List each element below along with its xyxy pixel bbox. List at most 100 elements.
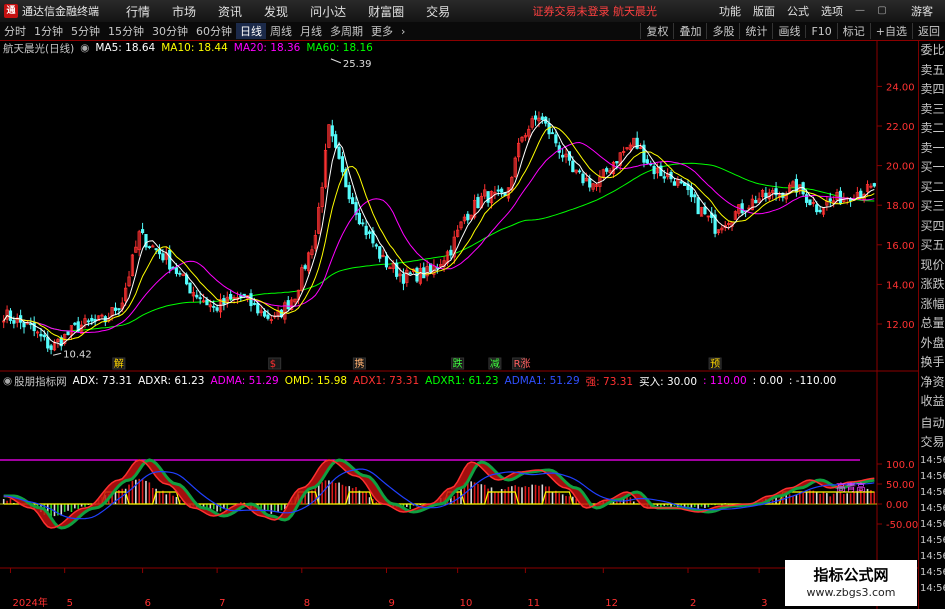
candle-body xyxy=(42,334,46,338)
quote-field-10: 买五 xyxy=(920,238,945,252)
candle-body xyxy=(252,303,256,305)
candle-body xyxy=(286,300,290,310)
candle-body xyxy=(533,115,538,120)
candle-body xyxy=(174,267,179,274)
candle-body xyxy=(117,308,121,311)
watermark-url: www.zbgs3.com xyxy=(806,586,896,599)
price-tick-label: 22.00 xyxy=(886,122,915,133)
candle-body xyxy=(12,320,16,324)
candle-body xyxy=(703,206,707,215)
candle-body xyxy=(588,178,592,188)
indicator-name[interactable]: 股朋指标网 xyxy=(14,374,67,389)
candle-body xyxy=(449,249,453,256)
candle-body xyxy=(764,192,768,198)
adma1-value: ADMA1: 51.29 xyxy=(504,375,580,387)
candle-body xyxy=(754,199,758,204)
candle-body xyxy=(161,253,165,261)
price-tick-label: 18.00 xyxy=(886,201,915,212)
quote-field-9: 买四 xyxy=(920,218,945,233)
chart-grid xyxy=(0,41,918,609)
ma-lines xyxy=(3,119,875,346)
ma20-value: MA20: 18.36 xyxy=(233,42,301,54)
max-price-pointer xyxy=(330,58,342,64)
candle-body xyxy=(256,303,260,314)
indicator-tick-label: 50.00 xyxy=(886,480,915,491)
date-tick-label: 9 xyxy=(388,598,394,609)
candle-body xyxy=(672,181,677,186)
candle-body xyxy=(540,116,544,120)
candle-body xyxy=(605,168,609,172)
adxr1-value: ADXR1: 61.23 xyxy=(425,375,499,387)
quote-field-5: 卖一 xyxy=(920,140,945,155)
event-marker: 解 xyxy=(114,357,124,370)
candle-body xyxy=(212,305,216,308)
candle-body xyxy=(334,134,338,148)
date-tick-label: 2024年 xyxy=(12,596,47,609)
candle-body xyxy=(90,318,94,322)
trade-label[interactable]: 交易 xyxy=(919,433,945,453)
indicator-tick-label: 0.00 xyxy=(886,500,908,511)
candle-body xyxy=(147,246,151,249)
candle-body xyxy=(496,189,500,192)
event-marker: 预 xyxy=(710,358,720,370)
date-tick-label: 8 xyxy=(304,598,310,609)
quote-field-13: 涨幅 xyxy=(920,296,945,311)
quote-field-7: 买二 xyxy=(920,179,945,194)
quote-field-17: 净资 xyxy=(920,374,945,389)
tick-time-7: 14:56 xyxy=(920,566,945,578)
v0-value: : 0.00 xyxy=(752,375,783,387)
candle-body xyxy=(188,282,192,294)
date-tick-label: 10 xyxy=(460,598,473,609)
candle-body xyxy=(168,249,172,270)
candle-body xyxy=(476,197,480,209)
candle-body xyxy=(740,203,744,214)
date-tick-label: 2 xyxy=(690,598,696,609)
candle-body xyxy=(266,314,270,319)
tick-time-6: 14:56 xyxy=(920,550,945,562)
kline-chart[interactable]: 25.3910.42解 $ 携跌减 R涨预 高青高 24.0022.0020.0018… xyxy=(0,0,918,609)
candle-body xyxy=(818,209,822,213)
ma10-value: MA10: 18.44 xyxy=(161,42,228,54)
candle-body xyxy=(384,256,389,268)
candle-body xyxy=(351,197,355,205)
candle-body xyxy=(303,265,307,269)
candle-body xyxy=(486,191,490,203)
candle-body xyxy=(361,222,365,225)
candle-body xyxy=(178,272,182,275)
candle-body xyxy=(205,299,209,306)
ma5-value: MA5: 18.64 xyxy=(95,42,156,54)
ma5-path xyxy=(3,119,875,346)
tick-time-0: 14:56 xyxy=(920,454,945,466)
settings-circle-icon[interactable]: ◉ xyxy=(3,375,12,387)
date-tick-label: 6 xyxy=(145,598,151,609)
candle-body xyxy=(408,272,412,275)
indicator-tick-label: 100.0 xyxy=(886,460,915,471)
candle-body xyxy=(571,160,575,173)
price-tick-label: 24.00 xyxy=(886,82,915,93)
candle-body xyxy=(659,165,663,177)
candle-body xyxy=(357,212,361,225)
event-marker: 携 xyxy=(354,357,364,370)
watermark: 指标公式网 www.zbgs3.com xyxy=(785,560,917,606)
date-tick-label: 12 xyxy=(605,598,618,609)
settings-circle-icon[interactable]: ◉ xyxy=(80,42,89,54)
candle-body xyxy=(422,267,426,279)
tick-time-2: 14:56 xyxy=(920,486,945,498)
candle-body xyxy=(561,154,565,158)
date-tick-label: 11 xyxy=(527,598,540,609)
candle-body xyxy=(848,199,853,202)
adma-value: ADMA: 51.29 xyxy=(210,375,279,387)
stock-title[interactable]: 航天晨光(日线) xyxy=(3,41,74,56)
candlesticks xyxy=(2,110,876,355)
price-tick-label: 12.00 xyxy=(886,320,915,331)
candle-body xyxy=(340,156,345,173)
candle-body xyxy=(500,188,504,193)
adx-value: ADX: 73.31 xyxy=(72,375,133,387)
auto-label[interactable]: 自动 xyxy=(919,414,945,434)
candle-body xyxy=(198,297,202,300)
tick-time-1: 14:56 xyxy=(920,470,945,482)
price-header: 航天晨光(日线) ◉ MA5: 18.64 MA10: 18.44 MA20: … xyxy=(0,41,379,55)
vneg110-value: : -110.00 xyxy=(788,375,837,387)
candle-body xyxy=(581,173,585,184)
quote-field-6: 买一 xyxy=(920,160,945,174)
